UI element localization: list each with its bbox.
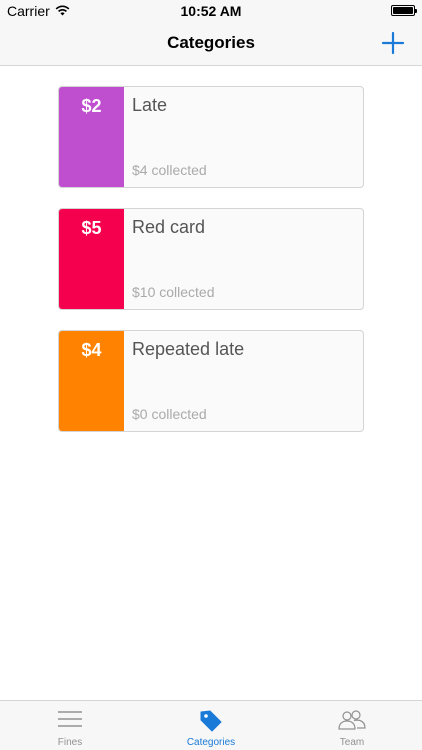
tab-fines[interactable]: Fines [0,701,140,750]
nav-bar: Categories [0,22,422,66]
category-name: Red card [132,217,206,237]
page-title: Categories [167,33,255,52]
tab-bar: Fines Categories Team [0,700,422,750]
people-icon [338,710,366,730]
category-price: $4 [59,331,124,431]
tab-label: Categories [186,737,236,748]
category-price: $2 [59,87,124,187]
category-card[interactable]: $2 Late $4 collected [58,86,364,188]
category-card[interactable]: $5 Red card $10 collected [58,208,364,310]
status-bar: Carrier 10:52 AM [0,0,422,22]
status-right [391,5,417,16]
list-icon [58,711,82,727]
plus-icon [381,31,405,55]
tab-categories[interactable]: Categories [141,701,281,750]
tab-label: Team [339,737,365,748]
category-name: Repeated late [132,339,245,359]
battery-icon [391,5,417,16]
tab-label: Fines [57,737,83,748]
category-collected: $0 collected [132,406,207,422]
category-collected: $4 collected [132,162,207,178]
category-price: $5 [59,209,124,309]
category-name: Late [132,95,168,115]
category-card[interactable]: $4 Repeated late $0 collected [58,330,364,432]
tab-team[interactable]: Team [282,701,422,750]
status-time: 10:52 AM [180,3,242,19]
category-list: $2 Late $4 collected $5 Red card $10 col… [58,86,364,452]
add-category-button[interactable] [380,30,406,56]
tag-icon [200,710,222,732]
category-collected: $10 collected [132,284,215,300]
